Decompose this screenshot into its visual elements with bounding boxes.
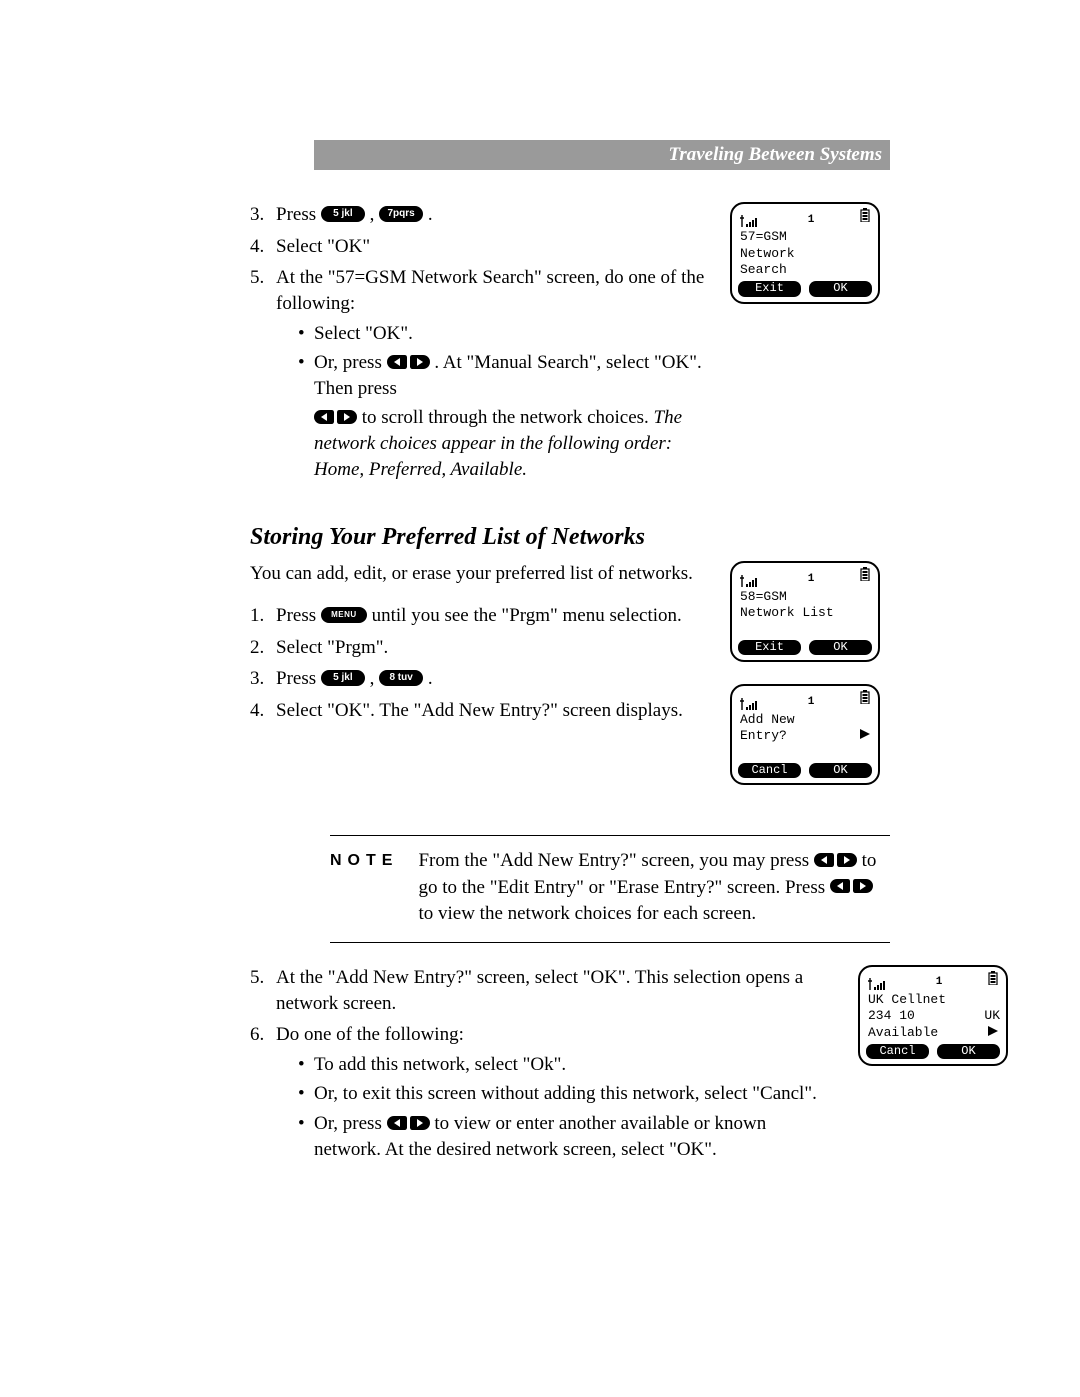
step-5: 5. At the "Add New Entry?" screen, selec… <box>250 965 834 1016</box>
nav-left-right-icon <box>387 355 430 369</box>
nav-left-right-icon <box>387 1116 430 1130</box>
bullet: To add this network, select "Ok". <box>298 1052 834 1078</box>
screen-line: Search <box>740 262 872 278</box>
section-network-search: 3. Press 5 jkl , 7pqrs . 4. Select "OK" … <box>250 202 890 494</box>
text: , <box>370 668 380 689</box>
screen-line: Add New <box>740 712 872 728</box>
softkey-ok[interactable]: OK <box>809 763 872 779</box>
screen-line: Network List <box>740 605 872 621</box>
text: Or, press <box>314 1113 387 1134</box>
note-label: NOTE <box>330 848 398 928</box>
screen-line: 234 10UK <box>868 1008 1000 1024</box>
screen-line: Available <box>868 1025 1000 1041</box>
bullet: Or, press to view or enter another avail… <box>298 1111 834 1162</box>
text: Select "OK" <box>276 236 370 257</box>
step-6: 6. Do one of the following: To add this … <box>250 1022 834 1162</box>
nav-left-right-icon <box>814 853 857 867</box>
text: , <box>370 204 380 225</box>
text: To add this network, select "Ok". <box>314 1054 566 1075</box>
text: Or, press <box>314 352 387 373</box>
signal-icon <box>740 215 762 227</box>
text: Or, to exit this screen without adding t… <box>314 1083 817 1104</box>
signal-icon <box>740 698 762 710</box>
softkey-cancl[interactable]: Cancl <box>738 763 801 779</box>
battery-icon <box>860 690 870 709</box>
text: . <box>428 668 433 689</box>
text: At the "57=GSM Network Search" screen, d… <box>276 267 704 314</box>
manual-page: Traveling Between Systems 3. Press 5 jkl… <box>0 0 1080 1234</box>
battery-icon <box>988 971 998 990</box>
text: Press <box>276 204 321 225</box>
section-preferred-networks: You can add, edit, or erase your preferr… <box>250 561 890 807</box>
softkey-exit[interactable]: Exit <box>738 281 801 297</box>
step-2: 2. Select "Prgm". <box>250 635 706 661</box>
softkey-cancl[interactable]: Cancl <box>866 1044 929 1060</box>
softkey-ok[interactable]: OK <box>809 281 872 297</box>
signal-icon <box>740 575 762 587</box>
screen-line: 57=GSM <box>740 229 872 245</box>
signal-icon <box>868 978 890 990</box>
battery-icon <box>860 208 870 227</box>
note-block: NOTE From the "Add New Entry?" screen, y… <box>330 835 890 943</box>
bullet: Select "OK". <box>298 321 706 347</box>
intro-text: You can add, edit, or erase your preferr… <box>250 561 706 587</box>
screen-line: Entry? <box>740 728 872 744</box>
arrow-right-icon <box>860 728 870 744</box>
arrow-right-icon <box>988 1025 998 1041</box>
section-heading: Storing Your Preferred List of Networks <box>250 524 890 551</box>
status-number: 1 <box>936 976 943 990</box>
text: Press <box>276 668 321 689</box>
phone-screen-58gsm: 1 58=GSM Network List Exit OK <box>730 561 880 662</box>
key-8-icon: 8 tuv <box>379 670 423 686</box>
step-4: 4. Select "OK". The "Add New Entry?" scr… <box>250 698 706 724</box>
nav-left-right-icon <box>830 879 873 893</box>
text: . <box>428 204 433 225</box>
softkey-ok[interactable]: OK <box>937 1044 1000 1060</box>
text: At the "Add New Entry?" screen, select "… <box>276 967 803 1014</box>
key-5-icon: 5 jkl <box>321 670 365 686</box>
step-4: 4. Select "OK" <box>250 234 706 260</box>
text: Select "OK". The "Add New Entry?" screen… <box>276 700 683 721</box>
step-5: 5. At the "57=GSM Network Search" screen… <box>250 265 706 482</box>
bullet: Or, press . At "Manual Search", select "… <box>298 350 706 482</box>
screen-line: UK Cellnet <box>868 992 1000 1008</box>
phone-screen-add-new: 1 Add New Entry? Cancl OK <box>730 684 880 785</box>
step-3: 3. Press 5 jkl , 7pqrs . <box>250 202 706 228</box>
text: Select "OK". <box>314 323 413 344</box>
page-header: Traveling Between Systems <box>314 140 890 170</box>
text: Press <box>276 605 321 626</box>
status-number: 1 <box>808 573 815 587</box>
screen-line: 58=GSM <box>740 589 872 605</box>
softkey-exit[interactable]: Exit <box>738 640 801 656</box>
key-menu-icon: MENU <box>321 607 367 623</box>
status-number: 1 <box>808 214 815 228</box>
step-3: 3. Press 5 jkl , 8 tuv . <box>250 666 706 692</box>
step-1: 1. Press MENU until you see the "Prgm" m… <box>250 603 706 629</box>
text: Do one of the following: <box>276 1024 464 1045</box>
nav-left-right-icon <box>314 410 357 424</box>
key-7-icon: 7pqrs <box>379 206 423 222</box>
bullet: Or, to exit this screen without adding t… <box>298 1081 834 1107</box>
text: to scroll through the network choices. <box>362 407 654 428</box>
phone-screen-uk-cellnet: 1 UK Cellnet 234 10UK Available <box>858 965 1008 1067</box>
phone-screen-57gsm: 1 57=GSM Network Search Exit OK <box>730 202 880 304</box>
text: until you see the "Prgm" menu selection. <box>372 605 682 626</box>
status-number: 1 <box>808 696 815 710</box>
softkey-ok[interactable]: OK <box>809 640 872 656</box>
screen-line: Network <box>740 246 872 262</box>
note-text: From the "Add New Entry?" screen, you ma… <box>418 848 890 928</box>
battery-icon <box>860 567 870 586</box>
text: Select "Prgm". <box>276 637 388 658</box>
section-continue: 5. At the "Add New Entry?" screen, selec… <box>250 965 890 1174</box>
key-5-icon: 5 jkl <box>321 206 365 222</box>
